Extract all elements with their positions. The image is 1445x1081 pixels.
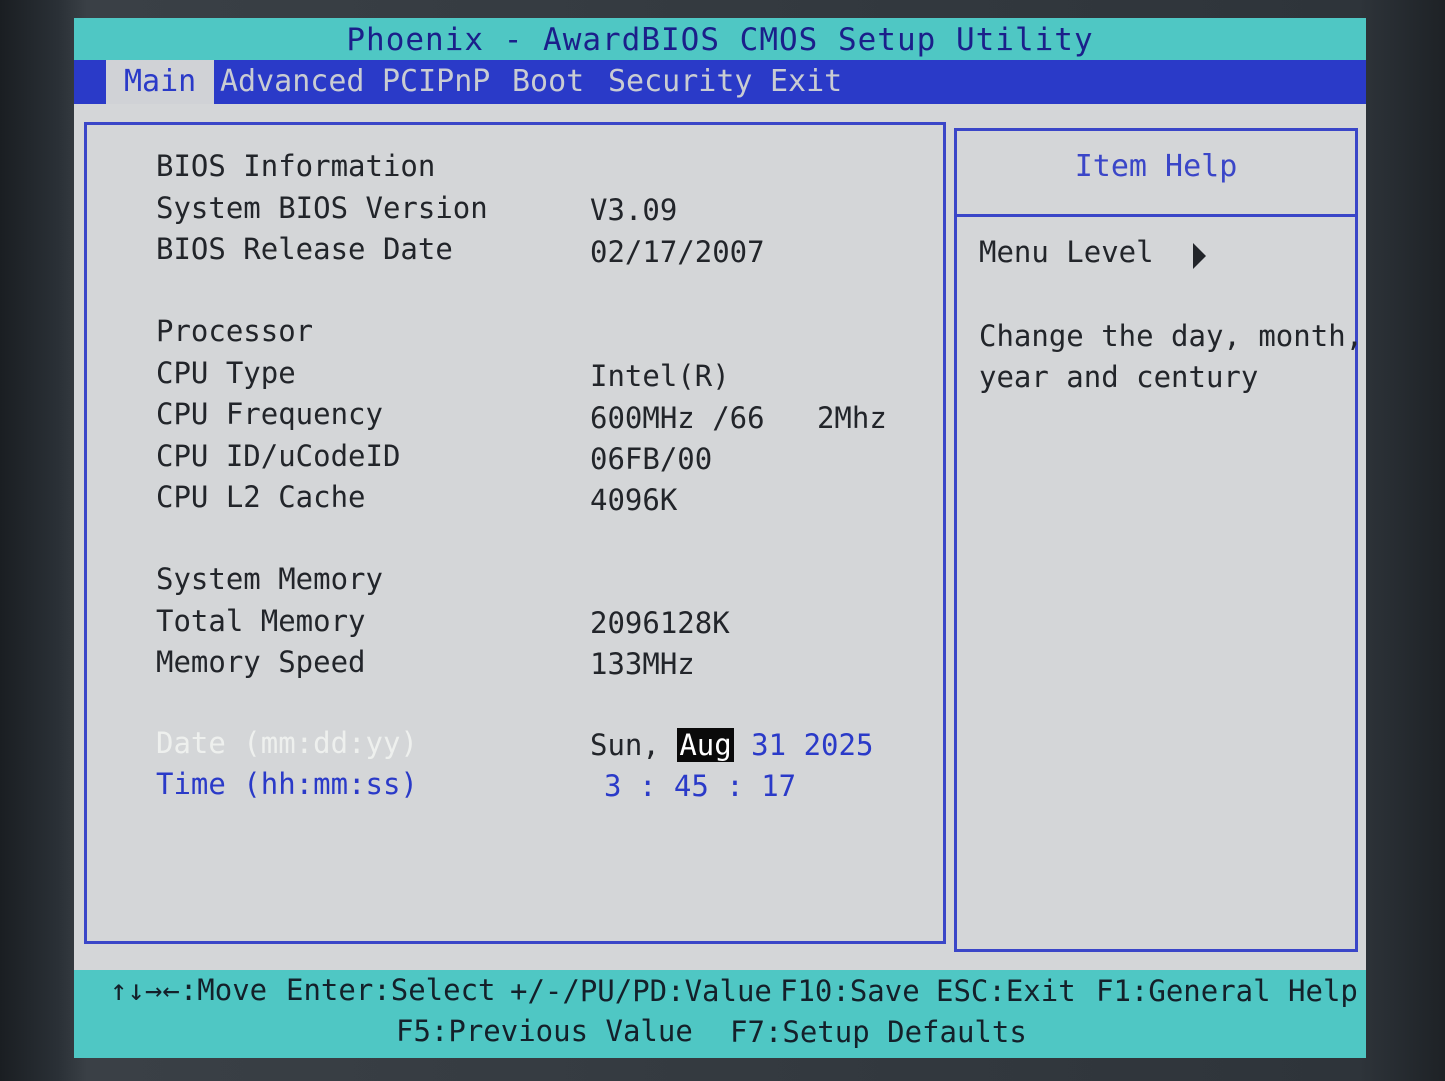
total-memory-label: Total Memory bbox=[156, 604, 366, 638]
help-divider bbox=[957, 214, 1355, 217]
cpu-cache-value: 4096K bbox=[590, 483, 678, 517]
cpu-id-label: CPU ID/uCodeID bbox=[156, 439, 401, 473]
help-text-line-2: year and century bbox=[979, 360, 1259, 394]
menu-tab-pcipnp[interactable]: PCIPnP bbox=[382, 60, 490, 104]
time-label[interactable]: Time (hh:mm:ss) bbox=[156, 766, 418, 802]
date-year[interactable]: 2025 bbox=[804, 728, 874, 762]
cpu-type-label: CPU Type bbox=[156, 356, 296, 390]
cpu-frequency-label: CPU Frequency bbox=[156, 397, 383, 431]
footer-select: Enter:Select bbox=[286, 973, 496, 1007]
footer-save: F10:Save bbox=[780, 974, 920, 1008]
menu-bar: Main Advanced PCIPnP Boot Security Exit bbox=[74, 60, 1366, 104]
time-minutes[interactable]: 45 bbox=[674, 769, 709, 803]
date-day: Sun, bbox=[590, 728, 660, 762]
item-help-panel: Item Help Menu Level Change the day, mon… bbox=[954, 128, 1363, 952]
processor-header: Processor bbox=[156, 314, 314, 348]
time-separator: : bbox=[638, 769, 657, 803]
time-seconds[interactable]: 17 bbox=[761, 769, 796, 803]
menu-tab-main[interactable]: Main bbox=[106, 60, 215, 104]
bios-screen: Phoenix - AwardBIOS CMOS Setup Utility M… bbox=[74, 18, 1366, 1058]
footer-general-help: F1:General Help bbox=[1096, 974, 1358, 1008]
system-memory-header: System Memory bbox=[156, 562, 383, 596]
cpu-frequency-value: 600MHz /66 2Mhz bbox=[590, 401, 887, 435]
help-text-line-1: Change the day, month, bbox=[979, 319, 1364, 353]
cpu-cache-label: CPU L2 Cache bbox=[156, 480, 366, 514]
cpu-id-value: 06FB/00 bbox=[590, 442, 713, 476]
title-bar: Phoenix - AwardBIOS CMOS Setup Utility bbox=[74, 18, 1366, 60]
menu-level-label: Menu Level bbox=[979, 235, 1154, 269]
bios-date-value: 02/17/2007 bbox=[590, 235, 765, 269]
time-field: 3 : 45 : 17 bbox=[604, 768, 796, 804]
bios-version-value: V3.09 bbox=[590, 193, 678, 227]
total-memory-value: 2096128K bbox=[590, 606, 730, 640]
memory-speed-value: 133MHz bbox=[590, 647, 695, 681]
bios-version-label: System BIOS Version bbox=[156, 191, 488, 225]
menu-tab-security[interactable]: Security bbox=[608, 60, 753, 104]
footer-setup-defaults: F7:Setup Defaults bbox=[730, 1015, 1027, 1049]
date-day-of-month[interactable]: 31 bbox=[751, 728, 786, 762]
menu-tab-advanced[interactable]: Advanced bbox=[220, 60, 365, 104]
date-month-selected[interactable]: Aug bbox=[677, 728, 734, 762]
bios-date-label: BIOS Release Date bbox=[156, 232, 453, 266]
date-label[interactable]: Date (mm:dd:yy) bbox=[156, 725, 418, 761]
item-help-title: Item Help bbox=[1074, 149, 1238, 184]
time-separator: : bbox=[726, 769, 744, 803]
triangle-right-icon bbox=[1193, 243, 1206, 269]
date-field: Sun, Aug 31 2025 bbox=[590, 727, 873, 763]
cpu-type-value: Intel(R) bbox=[590, 359, 730, 393]
footer-exit: ESC:Exit bbox=[936, 974, 1076, 1008]
menu-tab-exit[interactable]: Exit bbox=[770, 60, 842, 104]
footer-value: +/-/PU/PD:Value bbox=[510, 974, 772, 1008]
time-hours[interactable]: 3 bbox=[604, 769, 621, 803]
footer-previous-value: F5:Previous Value bbox=[396, 1014, 693, 1048]
bios-info-header: BIOS Information bbox=[156, 149, 436, 183]
footer-move: ↑↓→←:Move bbox=[110, 973, 268, 1007]
menu-tab-boot[interactable]: Boot bbox=[512, 60, 584, 104]
memory-speed-label: Memory Speed bbox=[156, 645, 366, 679]
key-help-footer: ↑↓→←:Move Enter:Select +/-/PU/PD:Value F… bbox=[74, 970, 1366, 1058]
